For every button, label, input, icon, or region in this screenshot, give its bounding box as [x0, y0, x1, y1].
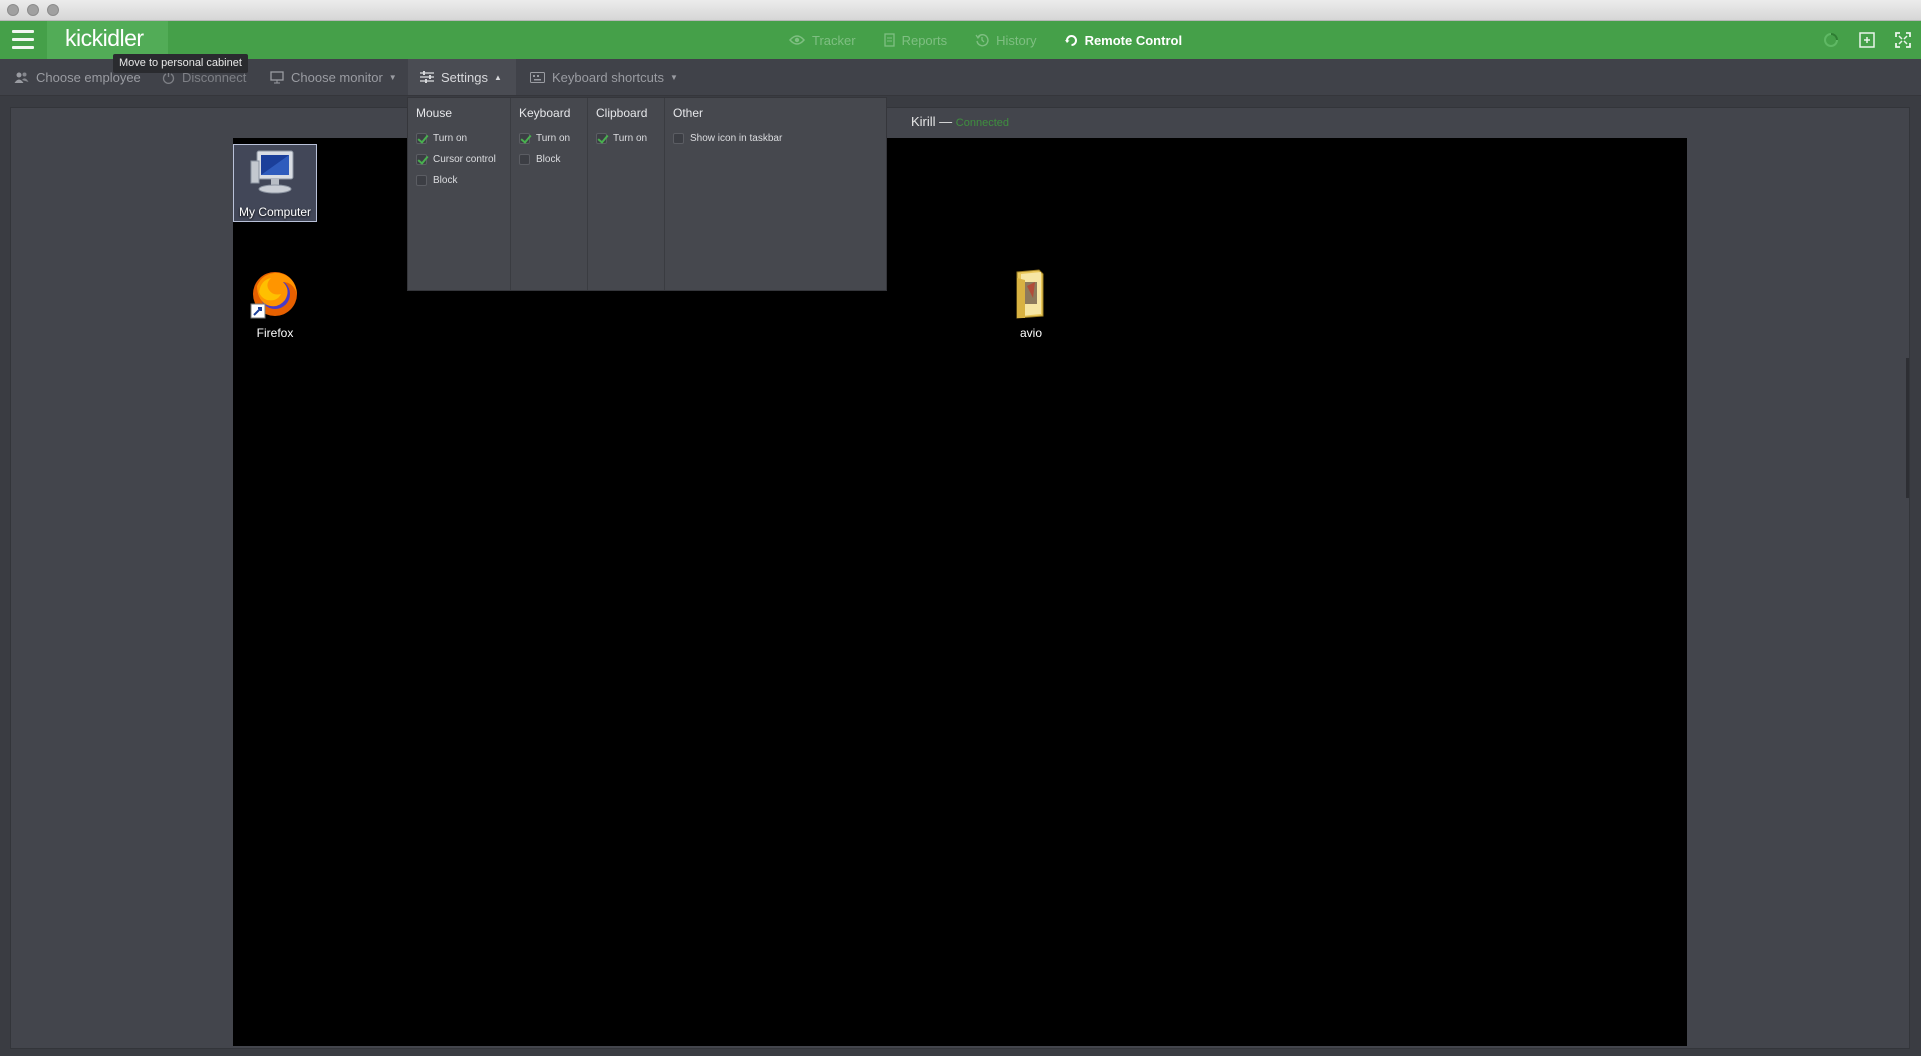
chevron-down-icon: ▼ [388, 72, 397, 82]
nav-remote-control[interactable]: Remote Control [1051, 21, 1197, 59]
keyboard-shortcuts-label: Keyboard shortcuts [552, 69, 665, 85]
option-label: Show icon in taskbar [690, 133, 783, 144]
desktop-icon-avio[interactable]: avio [989, 268, 1073, 340]
checkbox-unchecked[interactable] [673, 133, 684, 144]
checkbox-unchecked[interactable] [416, 175, 427, 186]
keyboard-turn-on-option[interactable]: Turn on [519, 128, 579, 149]
computer-icon [250, 150, 294, 194]
settings-clipboard-column: Clipboard Turn on [588, 98, 665, 290]
desktop-icon-label: Firefox [256, 326, 294, 340]
choose-monitor-label: Choose monitor [291, 69, 383, 85]
remote-toolbar: Choose employee Disconnect Choose monito… [0, 59, 1921, 96]
app-logo: kickidler [65, 25, 144, 51]
session-title: Kirill — Connected [11, 114, 1909, 129]
mouse-cursor-control-option[interactable]: Cursor control [416, 149, 502, 170]
chevron-up-icon: ▲ [493, 72, 502, 82]
option-label: Turn on [613, 133, 648, 144]
desktop-icon-my-computer[interactable]: My Computer [233, 144, 317, 222]
settings-keyboard-column: Keyboard Turn on Block [511, 98, 588, 290]
choose-monitor-dropdown[interactable]: Choose monitor ▼ [270, 59, 397, 95]
session-separator: — [939, 114, 953, 129]
show-icon-taskbar-option[interactable]: Show icon in taskbar [673, 128, 878, 149]
users-icon [14, 72, 29, 83]
settings-other-column: Other Show icon in taskbar [665, 98, 886, 290]
nav-reports-label: Reports [901, 32, 948, 48]
checkbox-checked[interactable] [519, 133, 530, 144]
clipboard-turn-on-option[interactable]: Turn on [596, 128, 656, 149]
clipboard-header: Clipboard [596, 106, 648, 120]
hamburger-menu-icon[interactable] [12, 30, 34, 50]
keyboard-shortcuts-dropdown[interactable]: Keyboard shortcuts ▼ [530, 59, 678, 95]
settings-panel: Mouse Turn on Cursor control Block Keybo… [407, 97, 887, 291]
nav-reports[interactable]: Reports [870, 21, 962, 59]
session-status: Connected [955, 117, 1010, 129]
header-actions [1813, 21, 1921, 59]
folder-icon [1016, 269, 1044, 319]
desktop-icon-label: avio [1019, 326, 1042, 340]
other-header: Other [673, 106, 704, 120]
zoom-window-button[interactable] [47, 4, 59, 16]
desktop-icon-label: My Computer [238, 205, 312, 219]
mouse-block-option[interactable]: Block [416, 170, 502, 191]
option-label: Block [536, 154, 561, 165]
desktop-icon-firefox[interactable]: Firefox [233, 268, 317, 340]
add-folder-icon[interactable] [1849, 21, 1885, 59]
mouse-turn-on-option[interactable]: Turn on [416, 128, 502, 149]
sliders-icon [420, 71, 434, 83]
settings-dropdown[interactable]: Settings ▲ [408, 59, 516, 95]
option-label: Turn on [433, 133, 468, 144]
keyboard-block-option[interactable]: Block [519, 149, 579, 170]
viewer-edge [1906, 358, 1909, 498]
option-label: Turn on [536, 133, 571, 144]
document-icon [883, 33, 895, 47]
main-nav: Tracker Reports History Remote Control [775, 21, 1196, 59]
checkbox-unchecked[interactable] [519, 154, 530, 165]
loading-spinner-icon [1813, 21, 1849, 59]
settings-label: Settings [441, 69, 488, 85]
nav-tracker[interactable]: Tracker [775, 21, 870, 59]
logo-tooltip: Move to personal cabinet [113, 54, 248, 73]
checkbox-checked[interactable] [416, 133, 427, 144]
remote-icon [1064, 34, 1077, 46]
monitor-icon [270, 70, 284, 83]
checkbox-checked[interactable] [596, 133, 607, 144]
option-label: Block [433, 175, 458, 186]
option-label: Cursor control [433, 154, 496, 165]
checkbox-checked[interactable] [416, 154, 427, 165]
history-icon [975, 34, 989, 47]
keyboard-icon [530, 71, 545, 83]
settings-mouse-column: Mouse Turn on Cursor control Block [408, 98, 511, 290]
fullscreen-icon[interactable] [1885, 21, 1921, 59]
firefox-icon [250, 272, 297, 319]
nav-history-label: History [996, 32, 1037, 48]
nav-remote-control-label: Remote Control [1084, 32, 1183, 48]
session-user: Kirill [910, 114, 936, 129]
minimize-window-button[interactable] [27, 4, 39, 16]
nav-tracker-label: Tracker [812, 32, 856, 48]
keyboard-header: Keyboard [519, 106, 571, 120]
chevron-down-icon: ▼ [670, 72, 678, 82]
mouse-header: Mouse [416, 106, 453, 120]
window-titlebar [0, 0, 1921, 21]
nav-history[interactable]: History [961, 21, 1050, 59]
close-window-button[interactable] [7, 4, 19, 16]
eye-icon [789, 35, 805, 45]
app-header: kickidler Tracker Reports History Remote… [0, 21, 1921, 59]
